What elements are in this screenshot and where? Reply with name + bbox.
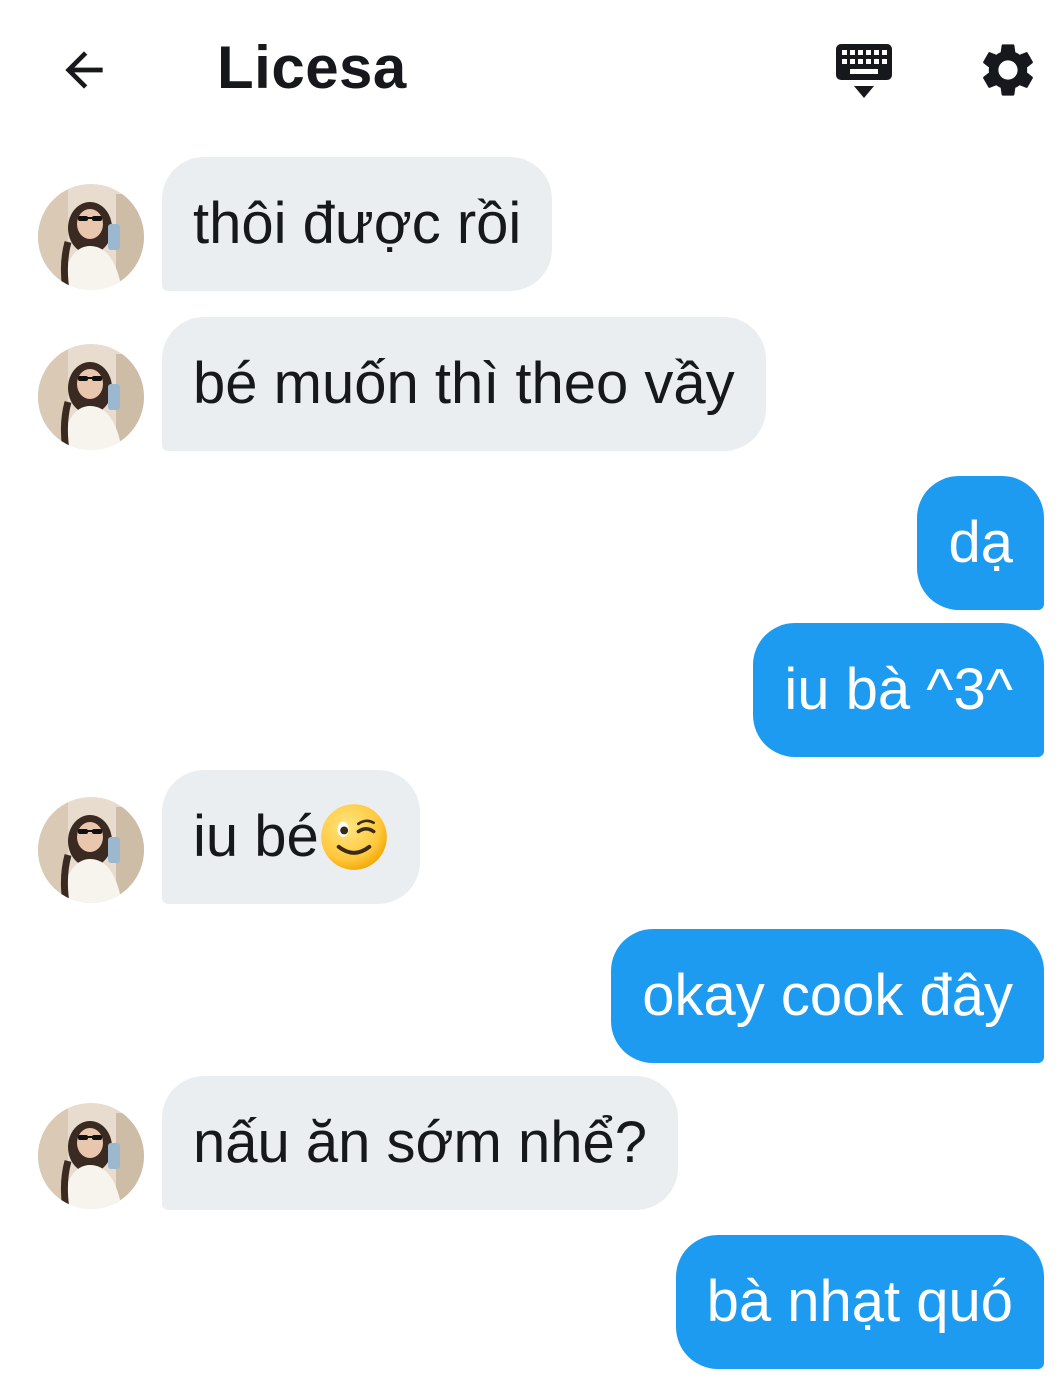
gear-icon — [983, 44, 1033, 96]
message-bubble-incoming[interactable]: nấu ăn sớm nhể? — [162, 1076, 679, 1210]
conversation-title: Licesa — [217, 34, 407, 101]
avatar[interactable] — [38, 797, 144, 903]
message-bubble-incoming[interactable]: bé muốn thì theo vầy — [162, 317, 766, 451]
message-bubble-outgoing[interactable]: dạ — [917, 476, 1044, 610]
back-button[interactable] — [52, 38, 116, 102]
winking-face-emoji-icon — [320, 803, 387, 870]
message-row: iu bé — [0, 770, 1060, 904]
message-row: iu bà ^3^ — [0, 623, 1060, 757]
keyboard-icon — [836, 44, 892, 98]
message-row: nấu ăn sớm nhể? — [0, 1076, 1060, 1210]
message-bubble-incoming[interactable]: thôi được rồi — [162, 157, 553, 291]
message-bubble-incoming[interactable]: iu bé — [162, 770, 420, 904]
keyboard-shortcuts-button[interactable] — [828, 34, 900, 106]
arrow-left-icon — [65, 51, 103, 89]
message-row: thôi được rồi — [0, 157, 1060, 291]
message-row: dạ — [0, 476, 1060, 610]
message-row: okay cook đây — [0, 929, 1060, 1063]
avatar[interactable] — [38, 184, 144, 290]
message-text: iu bé — [193, 804, 319, 869]
avatar[interactable] — [38, 344, 144, 450]
message-bubble-outgoing[interactable]: okay cook đây — [611, 929, 1044, 1063]
conversation-header: Licesa — [0, 0, 1060, 140]
settings-button[interactable] — [972, 34, 1044, 106]
message-bubble-outgoing[interactable]: iu bà ^3^ — [753, 623, 1044, 757]
message-row: bé muốn thì theo vầy — [0, 317, 1060, 451]
message-bubble-outgoing[interactable]: bà nhạt quó — [675, 1235, 1044, 1369]
message-row: bà nhạt quó — [0, 1235, 1060, 1369]
avatar[interactable] — [38, 1103, 144, 1209]
